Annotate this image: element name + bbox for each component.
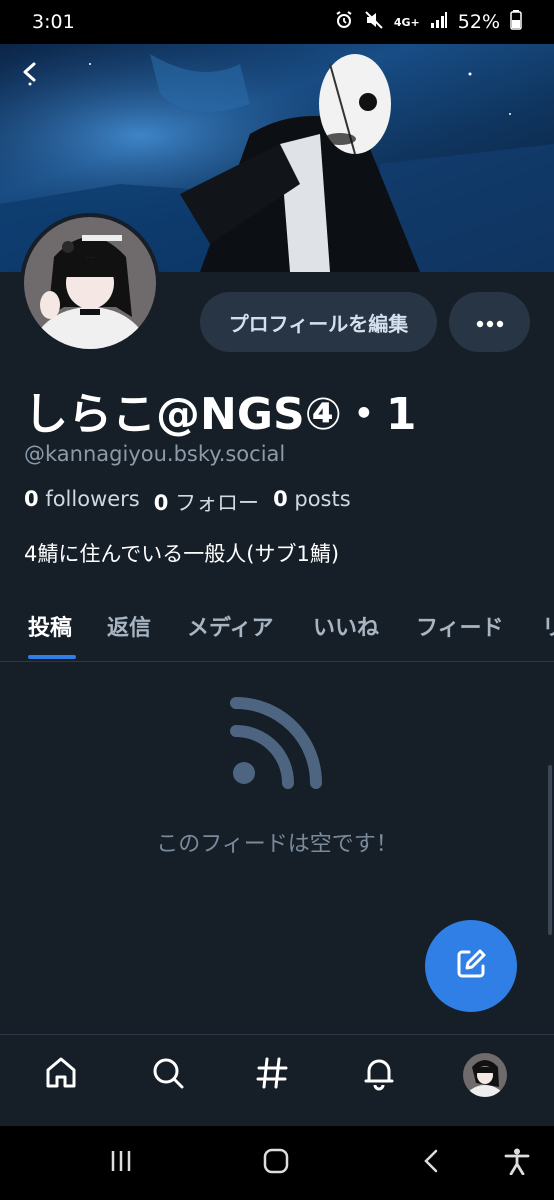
back-button[interactable] <box>12 56 48 92</box>
following-count: 0 <box>153 491 169 515</box>
posts-label: posts <box>294 487 351 511</box>
active-tab-indicator <box>28 655 76 659</box>
bell-icon <box>361 1055 397 1095</box>
empty-feed-message: このフィードは空です！ <box>156 832 398 857</box>
accessibility-button[interactable] <box>502 1148 532 1178</box>
following-stat[interactable]: 0 フォロー <box>154 487 259 517</box>
nav-home[interactable] <box>39 1053 83 1097</box>
status-icons: 4G+ 52% <box>334 9 522 35</box>
system-back-button[interactable] <box>417 1148 447 1178</box>
tab-feeds[interactable]: フィード <box>416 610 504 642</box>
nav-feeds[interactable] <box>250 1053 294 1097</box>
followers-label: followers <box>45 487 140 511</box>
recent-apps-button[interactable] <box>106 1148 136 1178</box>
home-button[interactable] <box>261 1148 291 1178</box>
tab-media[interactable]: メディア <box>187 610 273 642</box>
home-icon <box>43 1055 79 1095</box>
ellipsis-icon <box>476 313 504 332</box>
edit-profile-button[interactable]: プロフィールを編集 <box>200 292 437 352</box>
scrollbar[interactable] <box>548 765 552 935</box>
status-time: 3:01 <box>32 11 75 33</box>
posts-stat: 0 posts <box>273 487 351 517</box>
home-square-icon <box>262 1147 290 1179</box>
rss-feed-icon <box>230 695 324 789</box>
search-icon <box>150 1055 186 1095</box>
back-chevron-icon <box>420 1148 444 1178</box>
compose-post-button[interactable] <box>425 920 517 1012</box>
profile-avatar-small <box>463 1053 507 1097</box>
battery-percent: 52% <box>457 11 500 33</box>
nav-search[interactable] <box>146 1053 190 1097</box>
nav-notifications[interactable] <box>357 1053 401 1097</box>
tab-likes[interactable]: いいね <box>313 610 379 642</box>
signal-icon <box>430 11 448 34</box>
bottom-navigation <box>0 1034 554 1126</box>
profile-stats: 0 followers 0 フォロー 0 posts <box>24 487 351 517</box>
display-name: しらこ@NGS④・1 <box>24 389 417 440</box>
more-options-button[interactable] <box>449 292 530 352</box>
recents-icon <box>108 1148 134 1178</box>
avatar-image <box>24 217 156 349</box>
tab-posts[interactable]: 投稿 <box>28 610 72 642</box>
mute-icon <box>364 10 384 35</box>
battery-icon <box>510 9 522 35</box>
followers-stat[interactable]: 0 followers <box>24 487 140 517</box>
nav-profile[interactable] <box>463 1053 507 1097</box>
following-label: フォロー <box>175 491 260 515</box>
chevron-left-icon <box>19 61 41 87</box>
profile-tabs: 投稿 返信 メディア いいね フィード リ <box>0 600 554 662</box>
tab-replies[interactable]: 返信 <box>107 610 151 642</box>
followers-count: 0 <box>24 487 39 511</box>
profile-bio: 4鯖に住んでいる一般人(サブ1鯖) <box>24 542 340 566</box>
hashtag-icon <box>254 1055 290 1095</box>
posts-count: 0 <box>273 487 288 511</box>
network-type: 4G+ <box>393 15 420 29</box>
tab-lists[interactable]: リ <box>542 610 554 642</box>
status-bar: 3:01 4G+ 52% <box>0 0 554 44</box>
system-navigation-bar <box>0 1126 554 1200</box>
profile-avatar[interactable] <box>20 213 160 353</box>
alarm-icon <box>334 10 354 35</box>
compose-icon <box>453 946 489 986</box>
profile-handle: @kannagiyou.bsky.social <box>24 442 286 466</box>
accessibility-icon <box>503 1147 531 1179</box>
